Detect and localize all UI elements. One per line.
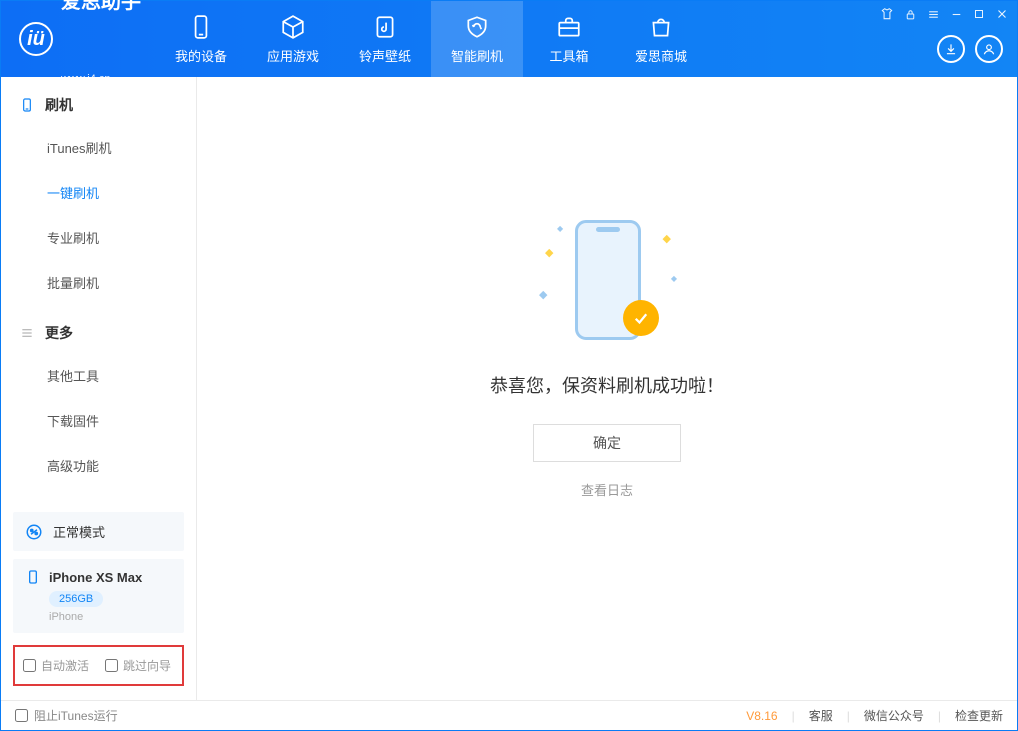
- nav-apps[interactable]: 应用游戏: [247, 1, 339, 77]
- close-icon[interactable]: [995, 7, 1009, 21]
- check-badge-icon: [623, 300, 659, 336]
- sidebar-section-more: 更多: [1, 305, 196, 353]
- header-right-buttons: [937, 35, 1003, 63]
- briefcase-icon: [556, 14, 582, 40]
- user-button[interactable]: [975, 35, 1003, 63]
- version-label: V8.16: [746, 709, 777, 723]
- shirt-icon[interactable]: [880, 7, 894, 21]
- refresh-shield-icon: [464, 14, 490, 40]
- phone-icon: [188, 14, 214, 40]
- sidebar: 刷机 iTunes刷机 一键刷机 专业刷机 批量刷机 更多 其他工具 下载固件 …: [1, 77, 197, 700]
- nav-my-device[interactable]: 我的设备: [155, 1, 247, 77]
- block-itunes-label: 阻止iTunes运行: [34, 707, 118, 724]
- device-type: iPhone: [49, 611, 172, 623]
- device-card[interactable]: iPhone XS Max 256GB iPhone: [13, 559, 184, 633]
- minimize-icon[interactable]: [950, 8, 963, 21]
- device-small-icon: [25, 569, 41, 585]
- lock-icon[interactable]: [904, 8, 917, 21]
- app-url: www.i4.cn: [61, 72, 141, 86]
- footer-link-update[interactable]: 检查更新: [955, 707, 1003, 724]
- cube-icon: [280, 14, 306, 40]
- device-icon: [19, 97, 35, 113]
- device-storage-badge: 256GB: [49, 591, 103, 607]
- checkbox-skip-guide[interactable]: 跳过向导: [105, 657, 171, 674]
- music-file-icon: [372, 14, 398, 40]
- checkbox-block-itunes[interactable]: [15, 709, 28, 722]
- logo-icon: iü: [19, 22, 53, 56]
- footer: 阻止iTunes运行 V8.16 | 客服 | 微信公众号 | 检查更新: [1, 700, 1017, 730]
- app-name: 爱思助手: [61, 0, 141, 72]
- success-illustration: ◆ ◆ ◆ ◆ ◆: [537, 218, 677, 348]
- menu-icon[interactable]: [927, 8, 940, 21]
- main-nav: 我的设备 应用游戏 铃声壁纸 智能刷机 工具箱 爱思商城: [155, 1, 707, 77]
- options-highlight: 自动激活 跳过向导: [13, 645, 184, 686]
- nav-ringtones[interactable]: 铃声壁纸: [339, 1, 431, 77]
- sidebar-item-download-firmware[interactable]: 下载固件: [1, 398, 196, 443]
- device-name: iPhone XS Max: [49, 570, 142, 585]
- download-icon: [944, 42, 958, 56]
- maximize-icon[interactable]: [973, 8, 985, 20]
- titlebar-controls: [880, 7, 1009, 21]
- download-button[interactable]: [937, 35, 965, 63]
- sidebar-item-batch-flash[interactable]: 批量刷机: [1, 260, 196, 305]
- list-icon: [19, 325, 35, 341]
- nav-store[interactable]: 爱思商城: [615, 1, 707, 77]
- footer-link-wechat[interactable]: 微信公众号: [864, 707, 924, 724]
- sidebar-item-itunes-flash[interactable]: iTunes刷机: [1, 125, 196, 170]
- status-card[interactable]: 正常模式: [13, 512, 184, 551]
- body: 刷机 iTunes刷机 一键刷机 专业刷机 批量刷机 更多 其他工具 下载固件 …: [1, 77, 1017, 700]
- status-icon: [25, 523, 43, 541]
- sidebar-item-advanced[interactable]: 高级功能: [1, 443, 196, 488]
- success-text: 恭喜您，保资料刷机成功啦！: [490, 372, 724, 398]
- user-icon: [982, 42, 996, 56]
- nav-flash[interactable]: 智能刷机: [431, 1, 523, 77]
- view-log-link[interactable]: 查看日志: [581, 480, 633, 499]
- ok-button[interactable]: 确定: [533, 424, 681, 462]
- logo[interactable]: iü 爱思助手 www.i4.cn: [1, 0, 155, 86]
- main-content: ◆ ◆ ◆ ◆ ◆ 恭喜您，保资料刷机成功啦！ 确定 查看日志: [197, 77, 1017, 700]
- sidebar-item-pro-flash[interactable]: 专业刷机: [1, 215, 196, 260]
- sidebar-item-oneclick-flash[interactable]: 一键刷机: [1, 170, 196, 215]
- header: iü 爱思助手 www.i4.cn 我的设备 应用游戏 铃声壁纸 智能刷机 工具…: [1, 1, 1017, 77]
- footer-link-support[interactable]: 客服: [809, 707, 833, 724]
- nav-toolbox[interactable]: 工具箱: [523, 1, 615, 77]
- sidebar-item-other-tools[interactable]: 其他工具: [1, 353, 196, 398]
- bag-icon: [648, 14, 674, 40]
- sidebar-bottom: 正常模式 iPhone XS Max 256GB iPhone 自动激活 跳过向…: [1, 512, 196, 700]
- checkbox-auto-activate[interactable]: 自动激活: [23, 657, 89, 674]
